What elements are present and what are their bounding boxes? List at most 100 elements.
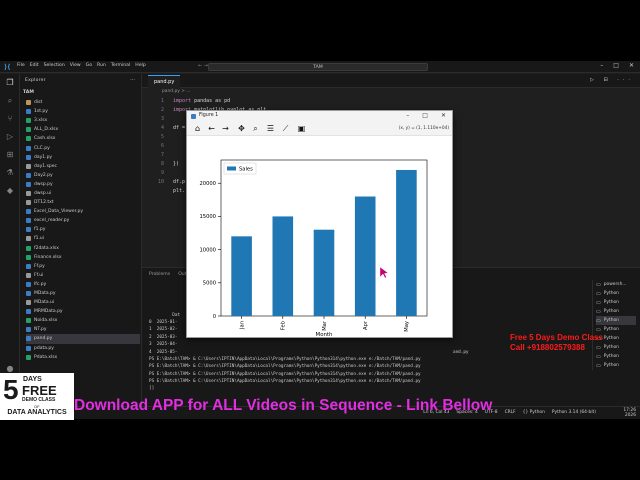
bar-jan	[231, 236, 252, 316]
menu-terminal[interactable]: Terminal	[111, 63, 130, 68]
file-item[interactable]: Noida.xlsx	[26, 316, 140, 325]
file-item[interactable]: Excel_Data_Viewer.py	[26, 207, 140, 216]
file-item[interactable]: day1.py	[26, 153, 140, 162]
figure-window[interactable]: Figure 1 – □ ✕ ⌂ ← → ✥ ⌕ ☰ ⟋ ▣ (x, y) = …	[186, 110, 453, 338]
tab-problems[interactable]: Problems	[149, 272, 170, 277]
file-item[interactable]: pand.py	[26, 334, 140, 344]
file-name: day1.spec	[34, 163, 58, 169]
edit-icon[interactable]: ⟋	[281, 124, 290, 133]
menu-selection[interactable]: Selection	[44, 63, 65, 68]
tab-pand-py[interactable]: pand.py	[148, 75, 181, 88]
code-text: })	[173, 161, 180, 167]
python-icon[interactable]: ◆	[5, 186, 15, 196]
extensions-icon[interactable]: ⊞	[5, 150, 15, 160]
menu-view[interactable]: View	[70, 63, 81, 68]
file-type-icon	[26, 291, 31, 297]
editor-actions-icon[interactable]: ▷ ⊟ ···	[590, 77, 634, 83]
file-type-icon	[26, 136, 31, 142]
bar-chart[interactable]: 0 5000 10000 15000 20000 Jan Feb Mar Apr May Month…	[187, 136, 452, 338]
command-center[interactable]: TAM	[208, 63, 428, 71]
line-number: 9	[160, 170, 164, 176]
terminal-instance[interactable]: ▭ Python	[596, 316, 636, 325]
code-text: df.p	[173, 179, 186, 185]
file-item[interactable]: dwsp.ui	[26, 189, 140, 198]
terminal-instance[interactable]: ▭ Python	[596, 352, 636, 361]
file-item[interactable]: CLC.py	[26, 143, 140, 152]
terminal-name: Python	[603, 327, 619, 332]
search-icon[interactable]: ⌕	[5, 96, 15, 106]
line-number: 4	[160, 125, 164, 131]
explorer-icon[interactable]: ❐	[5, 78, 15, 88]
file-type-icon	[26, 127, 31, 133]
status-eol[interactable]: CRLF	[505, 410, 516, 415]
terminal-instance[interactable]: ▭ Python	[596, 307, 636, 316]
source-control-icon[interactable]: ⑂	[5, 114, 15, 124]
home-icon[interactable]: ⌂	[193, 124, 202, 133]
file-item[interactable]: f2data.xlsx	[26, 244, 140, 253]
line-number: 5	[160, 134, 164, 140]
file-item[interactable]: Cash.xlsx	[26, 134, 140, 143]
file-item[interactable]: ALL_D.xlsx	[26, 125, 140, 134]
figure-close-icon[interactable]: ✕	[441, 112, 446, 119]
file-item[interactable]: 1st.py	[26, 107, 140, 116]
file-item[interactable]: f1.ui	[26, 234, 140, 243]
code-line[interactable]: import pandas as pd	[173, 97, 266, 106]
figure-maximize-icon[interactable]: □	[422, 112, 428, 119]
status-language[interactable]: {} Python	[523, 410, 545, 415]
file-item[interactable]: f1.py	[26, 225, 140, 234]
file-item[interactable]: MRMData.py	[26, 307, 140, 316]
file-item[interactable]: Ff.ui	[26, 271, 140, 280]
minimize-icon[interactable]: –	[600, 62, 603, 69]
file-item[interactable]: excel_reader.py	[26, 216, 140, 225]
file-item[interactable]: lfc.py	[26, 280, 140, 289]
vscode-logo-icon: ⟩⟨	[4, 63, 11, 71]
terminal-instance[interactable]: ▭ Python	[596, 361, 636, 370]
testing-icon[interactable]: ⚗	[5, 168, 15, 178]
terminal-instance[interactable]: ▭ Python	[596, 289, 636, 298]
menu-edit[interactable]: Edit	[30, 63, 39, 68]
file-item[interactable]: Day2.py	[26, 171, 140, 180]
menu-help[interactable]: Help	[135, 63, 145, 68]
figure-title-bar[interactable]: Figure 1 – □ ✕	[187, 111, 452, 122]
file-name: Excel_Data_Viewer.py	[34, 209, 83, 215]
file-item[interactable]: Finance.xlsx	[26, 253, 140, 262]
file-item[interactable]: MData.py	[26, 289, 140, 298]
menu-go[interactable]: Go	[86, 63, 92, 68]
menu-run[interactable]: Run	[97, 63, 106, 68]
file-item[interactable]: Ff.py	[26, 262, 140, 271]
menu-file[interactable]: File	[17, 63, 25, 68]
file-name: MData.py	[34, 291, 56, 297]
breadcrumb[interactable]: pand.py > ...	[162, 89, 191, 94]
save-icon[interactable]: ▣	[297, 124, 306, 133]
file-type-icon	[26, 300, 31, 306]
file-item[interactable]: pdata.py	[26, 344, 140, 353]
file-item[interactable]: NT.py	[26, 325, 140, 334]
file-item[interactable]: dwsp.py	[26, 180, 140, 189]
code-text: plt.	[173, 188, 186, 194]
forward-icon[interactable]: →	[221, 124, 230, 133]
more-actions-icon[interactable]: ···	[130, 77, 135, 83]
run-debug-icon[interactable]: ▷	[5, 132, 15, 142]
terminal-instance[interactable]: ▭ Python	[596, 298, 636, 307]
nav-arrows-icon[interactable]: ← →	[198, 63, 208, 69]
file-item[interactable]: dist	[26, 98, 140, 107]
file-item[interactable]: day1.spec	[26, 162, 140, 171]
maximize-icon[interactable]: □	[613, 62, 619, 69]
figure-minimize-icon[interactable]: –	[406, 112, 409, 119]
legend-label: Sales	[239, 167, 253, 173]
file-item[interactable]: Pdata.xlsx	[26, 353, 140, 362]
folder-label[interactable]: TAM	[23, 90, 34, 95]
file-item[interactable]: DT12.txt	[26, 198, 140, 207]
configure-icon[interactable]: ☰	[266, 124, 275, 133]
file-name: Cash.xlsx	[34, 136, 56, 142]
file-name: day1.py	[34, 154, 53, 160]
pan-icon[interactable]: ✥	[237, 124, 246, 133]
terminal-instance[interactable]: ▭ powersh...	[596, 280, 636, 289]
close-icon[interactable]: ✕	[629, 62, 634, 69]
line-number: 2	[160, 107, 164, 113]
file-item[interactable]: MData.ui	[26, 298, 140, 307]
back-icon[interactable]: ←	[207, 124, 216, 133]
zoom-icon[interactable]: ⌕	[251, 124, 260, 133]
status-interpreter[interactable]: Python 3.14 (64-bit)	[552, 410, 596, 415]
file-item[interactable]: 3.xlsx	[26, 116, 140, 125]
